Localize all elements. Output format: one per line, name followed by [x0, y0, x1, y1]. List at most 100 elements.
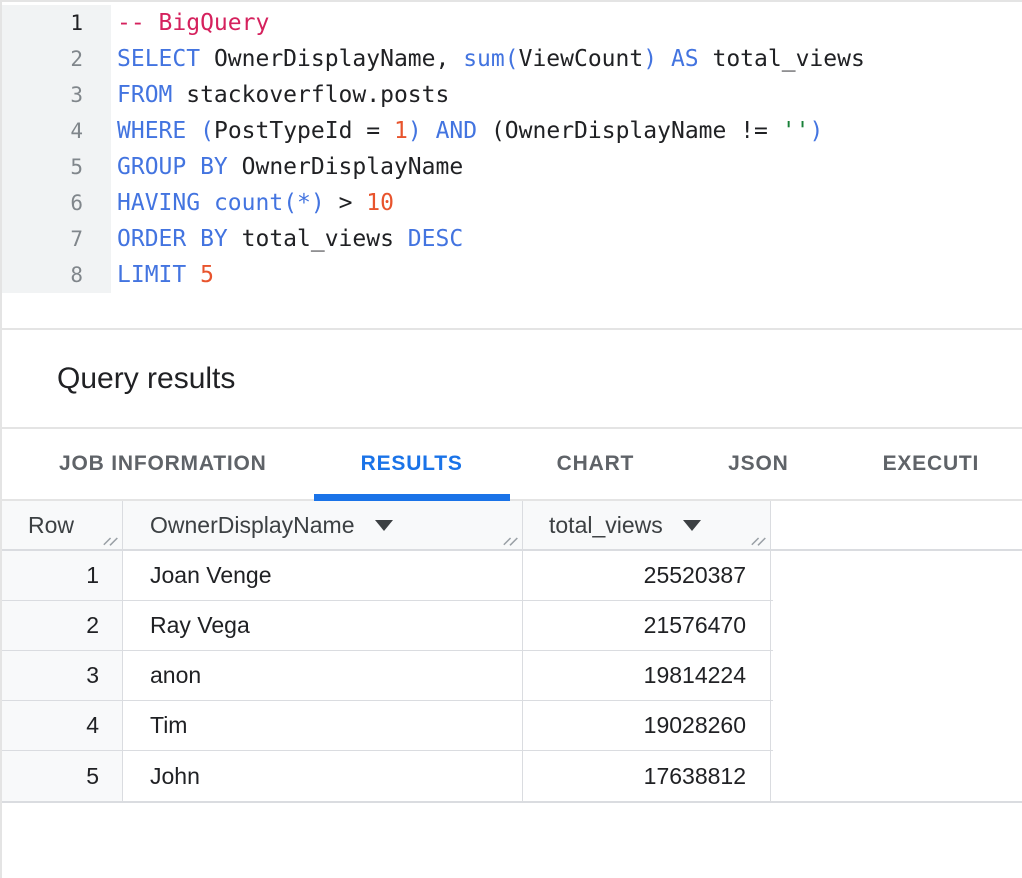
code-token: ORDER BY	[117, 226, 228, 252]
code-line: 4WHERE (PostTypeId = 1) AND (OwnerDispla…	[2, 113, 1022, 149]
owner-name-cell: Joan Venge	[123, 551, 523, 600]
code-token: PostTypeId =	[214, 118, 394, 144]
code-token: OwnerDisplayName	[228, 154, 463, 180]
code-token: (	[200, 118, 214, 144]
table-row: 1Joan Venge25520387	[2, 551, 773, 601]
results-tabbar: JOB INFORMATION RESULTS CHART JSON EXECUTI	[2, 429, 1022, 501]
row-number-cell: 4	[2, 701, 123, 750]
code-token: HAVING	[117, 190, 200, 216]
line-number: 7	[2, 221, 111, 257]
table-row: 5John17638812	[2, 751, 773, 801]
line-number: 1	[2, 5, 111, 41]
table-row: 2Ray Vega21576470	[2, 601, 773, 651]
column-resize-handle-icon[interactable]	[101, 529, 119, 547]
owner-name-cell: Ray Vega	[123, 601, 523, 650]
code-token: -- BigQuery	[117, 10, 269, 36]
code-token: 1	[394, 118, 408, 144]
code-token: GROUP BY	[117, 154, 228, 180]
tab-label: RESULTS	[361, 452, 463, 476]
code-token: AND	[436, 118, 478, 144]
code-line: 2SELECT OwnerDisplayName, sum(ViewCount)…	[2, 41, 1022, 77]
line-number: 4	[2, 113, 111, 149]
code-token	[657, 46, 671, 72]
code-text: HAVING count(*) > 10	[111, 185, 394, 221]
code-token: WHERE	[117, 118, 186, 144]
code-text: -- BigQuery	[111, 5, 269, 41]
code-line: 5GROUP BY OwnerDisplayName	[2, 149, 1022, 185]
code-token: DESC	[408, 226, 463, 252]
code-token: count(*)	[214, 190, 325, 216]
total-views-cell: 25520387	[523, 551, 771, 600]
results-table: Row OwnerDisplayName total_views	[2, 501, 1022, 803]
code-text: SELECT OwnerDisplayName, sum(ViewCount) …	[111, 41, 865, 77]
total-views-cell: 17638812	[523, 751, 771, 801]
code-token: OwnerDisplayName,	[200, 46, 463, 72]
code-token: 5	[200, 262, 214, 288]
code-token: AS	[671, 46, 699, 72]
code-token: total_views	[699, 46, 865, 72]
line-number: 8	[2, 257, 111, 293]
code-line: 8LIMIT 5	[2, 257, 1022, 293]
code-line: 7ORDER BY total_views DESC	[2, 221, 1022, 257]
table-row: 3anon19814224	[2, 651, 773, 701]
row-number-cell: 5	[2, 751, 123, 801]
code-text: LIMIT 5	[111, 257, 214, 293]
column-header-label: total_views	[549, 512, 663, 539]
code-token: SELECT	[117, 46, 200, 72]
line-number: 5	[2, 149, 111, 185]
code-token: total_views	[228, 226, 408, 252]
column-header-ownerdisplayname: OwnerDisplayName	[123, 501, 523, 549]
column-resize-handle-icon[interactable]	[501, 529, 519, 547]
code-line: 3FROM stackoverflow.posts	[2, 77, 1022, 113]
tab-executi[interactable]: EXECUTI	[836, 429, 1022, 499]
results-tbody: 1Joan Venge255203872Ray Vega215764703ano…	[2, 551, 773, 801]
column-header-total-views: total_views	[523, 501, 771, 549]
code-token	[186, 262, 200, 288]
row-number-cell: 3	[2, 651, 123, 700]
owner-name-cell: anon	[123, 651, 523, 700]
sql-editor[interactable]: 1-- BigQuery2SELECT OwnerDisplayName, su…	[2, 2, 1022, 328]
code-token	[186, 118, 200, 144]
code-token	[200, 190, 214, 216]
code-token: LIMIT	[117, 262, 186, 288]
table-row: 4Tim19028260	[2, 701, 773, 751]
tab-label: CHART	[557, 452, 635, 476]
tab-chart[interactable]: CHART	[510, 429, 682, 499]
code-line: 1-- BigQuery	[2, 5, 1022, 41]
table-header-row: Row OwnerDisplayName total_views	[2, 501, 1022, 551]
code-token: FROM	[117, 82, 172, 108]
total-views-cell: 21576470	[523, 601, 771, 650]
tab-results[interactable]: RESULTS	[314, 429, 510, 499]
line-number: 3	[2, 77, 111, 113]
code-token: )	[643, 46, 657, 72]
bigquery-query-panel: 1-- BigQuery2SELECT OwnerDisplayName, su…	[0, 0, 1022, 878]
code-token	[422, 118, 436, 144]
header-filler	[771, 501, 1022, 549]
line-number: 2	[2, 41, 111, 77]
code-text: ORDER BY total_views DESC	[111, 221, 463, 257]
query-results-header: Query results	[2, 330, 1022, 429]
total-views-cell: 19028260	[523, 701, 771, 750]
tab-job-information[interactable]: JOB INFORMATION	[12, 429, 314, 499]
tab-label: JSON	[728, 452, 788, 476]
code-token: ''	[782, 118, 810, 144]
code-token: (OwnerDisplayName !=	[477, 118, 782, 144]
tab-label: EXECUTI	[883, 452, 980, 476]
row-number-cell: 1	[2, 551, 123, 600]
tab-label: JOB INFORMATION	[59, 452, 267, 476]
owner-name-cell: John	[123, 751, 523, 801]
code-token: sum(	[463, 46, 518, 72]
column-menu-arrow-icon[interactable]	[375, 520, 393, 531]
total-views-cell: 19814224	[523, 651, 771, 700]
code-token: )	[408, 118, 422, 144]
column-menu-arrow-icon[interactable]	[683, 520, 701, 531]
code-area: 1-- BigQuery2SELECT OwnerDisplayName, su…	[2, 2, 1022, 293]
code-token: ViewCount	[519, 46, 644, 72]
line-number: 6	[2, 185, 111, 221]
code-text: FROM stackoverflow.posts	[111, 77, 449, 113]
tab-json[interactable]: JSON	[681, 429, 835, 499]
active-tab-underline	[314, 494, 510, 501]
column-resize-handle-icon[interactable]	[749, 529, 767, 547]
page-title: Query results	[57, 362, 235, 396]
column-header-label: OwnerDisplayName	[150, 512, 355, 539]
